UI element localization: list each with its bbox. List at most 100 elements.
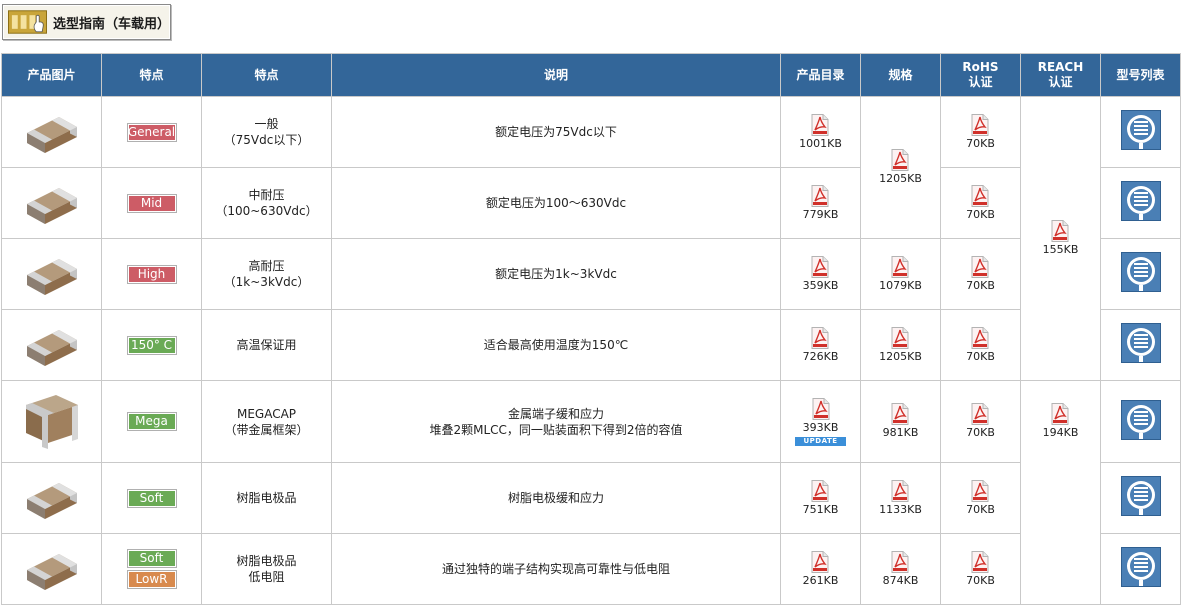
table-row: 150° C 高温保证用 适合最高使用温度为150℃ 726KB 1205KB 70KB bbox=[1, 309, 1181, 381]
feature-badge-cell: Soft bbox=[101, 462, 202, 534]
header-model-list: 型号列表 bbox=[1100, 53, 1181, 97]
list-document-icon[interactable] bbox=[1120, 323, 1161, 363]
spec-pdf-link[interactable]: 1079KB bbox=[879, 255, 922, 293]
file-size: 70KB bbox=[966, 207, 995, 221]
list-document-icon[interactable] bbox=[1120, 547, 1161, 587]
file-size: 70KB bbox=[966, 426, 995, 439]
spec-pdf-link[interactable]: 1133KB bbox=[879, 479, 922, 517]
rohs-pdf-link[interactable]: 70KB bbox=[966, 479, 995, 517]
catalog-pdf-link[interactable]: 1001KB bbox=[799, 113, 842, 151]
pdf-file-icon bbox=[971, 550, 989, 573]
file-size: 726KB bbox=[802, 349, 839, 363]
pdf-file-icon bbox=[971, 113, 989, 136]
header-reach: REACH 认证 bbox=[1020, 53, 1101, 97]
product-image-cell bbox=[1, 380, 102, 463]
pdf-file-icon bbox=[891, 403, 909, 425]
feature-cell: 树脂电极品 bbox=[201, 462, 332, 534]
header-catalog: 产品目录 bbox=[780, 53, 861, 97]
pdf-file-icon bbox=[891, 255, 909, 278]
file-size: 981KB bbox=[882, 426, 919, 439]
pdf-file-icon bbox=[971, 479, 989, 502]
table-row: High 高耐压 （1k~3kVdc） 额定电压为1k~3kVdc 359KB 1079… bbox=[1, 238, 1181, 310]
spec-pdf-link[interactable]: 981KB bbox=[882, 403, 919, 440]
list-document-icon[interactable] bbox=[1120, 110, 1161, 150]
file-size: 1205KB bbox=[879, 349, 922, 363]
description-cell: 额定电压为100～630Vdc bbox=[331, 167, 781, 239]
catalog-pdf-link[interactable]: 261KB bbox=[802, 550, 839, 588]
description-cell: 金属端子缓和应力 堆叠2颗MLCC，同一贴装面积下得到2倍的容值 bbox=[331, 380, 781, 463]
feature-text: MEGACAP （带金属框架） bbox=[224, 406, 309, 437]
catalog-pdf-link[interactable]: 779KB bbox=[803, 184, 838, 222]
feature-badge: 150° C bbox=[126, 335, 177, 355]
spec-pdf-link[interactable]: 1205KB bbox=[879, 149, 922, 186]
catalog-pdf-link[interactable]: 393KB UPDATE bbox=[795, 397, 846, 446]
rohs-pdf-link[interactable]: 70KB bbox=[966, 403, 995, 440]
file-size: 359KB bbox=[802, 278, 839, 292]
catalog-pdf-link[interactable]: 726KB bbox=[802, 326, 839, 364]
model-list-cell bbox=[1100, 380, 1181, 463]
catalog-cell: 261KB bbox=[780, 533, 861, 605]
feature-badge-cell: Mega bbox=[101, 380, 202, 463]
file-size: 70KB bbox=[966, 502, 995, 516]
file-size: 70KB bbox=[966, 349, 995, 363]
rohs-pdf-link[interactable]: 70KB bbox=[966, 113, 995, 151]
feature-badge: General bbox=[126, 122, 177, 142]
feature-text: 高耐压 （1k~3kVdc） bbox=[223, 259, 310, 289]
feature-cell: 一般 （75Vdc以下） bbox=[201, 96, 332, 168]
file-size: 1001KB bbox=[799, 136, 842, 150]
spec-pdf-link[interactable]: 874KB bbox=[882, 550, 919, 588]
selection-guide-label: 选型指南（车载用） bbox=[52, 16, 170, 32]
model-list-cell bbox=[1100, 309, 1181, 381]
file-size: 155KB bbox=[1042, 243, 1079, 256]
list-document-icon[interactable] bbox=[1120, 252, 1161, 292]
header-description: 说明 bbox=[331, 53, 781, 97]
list-document-icon[interactable] bbox=[1120, 399, 1161, 440]
file-size: 874KB bbox=[882, 573, 919, 587]
product-image-cell bbox=[1, 309, 102, 381]
feature-text: 中耐压 （100~630Vdc） bbox=[215, 188, 318, 218]
file-size: 70KB bbox=[966, 573, 995, 587]
feature-badge-cell: Mid bbox=[101, 167, 202, 239]
table-row: Soft LowR 树脂电极品 低电阻 通过独特的端子结构实现高可靠性与低电阻 261K… bbox=[1, 533, 1181, 605]
feature-cell: 高耐压 （1k~3kVdc） bbox=[201, 238, 332, 310]
description-line: 额定电压为100～630Vdc bbox=[485, 196, 627, 210]
feature-badge-cell: 150° C bbox=[101, 309, 202, 381]
update-badge: UPDATE bbox=[795, 436, 846, 446]
reach-pdf-link[interactable]: 155KB bbox=[1042, 220, 1079, 257]
feature-badge: Soft bbox=[126, 488, 177, 508]
feature-cell: 树脂电极品 低电阻 bbox=[201, 533, 332, 605]
pdf-file-icon bbox=[891, 550, 909, 573]
pdf-file-icon bbox=[891, 479, 909, 502]
rohs-pdf-link[interactable]: 70KB bbox=[966, 550, 995, 588]
pdf-file-icon bbox=[811, 255, 829, 278]
feature-badge: Mid bbox=[126, 193, 177, 213]
spec-cell: 1205KB bbox=[860, 309, 941, 381]
rohs-pdf-link[interactable]: 70KB bbox=[966, 326, 995, 364]
catalog-pdf-link[interactable]: 359KB bbox=[802, 255, 839, 293]
list-document-icon[interactable] bbox=[1120, 476, 1161, 516]
rohs-cell: 70KB bbox=[940, 462, 1021, 534]
selection-guide-button[interactable]: 选型指南（车载用） bbox=[2, 4, 171, 40]
file-size: 70KB bbox=[966, 136, 995, 150]
feature-badge-cell: Soft LowR bbox=[101, 533, 202, 605]
pdf-file-icon bbox=[812, 397, 829, 420]
catalog-pdf-link[interactable]: 751KB bbox=[803, 479, 838, 517]
feature-badge-cell: General bbox=[101, 96, 202, 168]
spec-pdf-link[interactable]: 1205KB bbox=[879, 326, 922, 364]
catalog-cell: 393KB UPDATE bbox=[780, 380, 861, 463]
list-document-icon[interactable] bbox=[1120, 181, 1161, 221]
file-size: 261KB bbox=[802, 573, 839, 587]
model-list-cell bbox=[1100, 533, 1181, 605]
pdf-file-icon bbox=[891, 149, 909, 171]
feature-badge: Mega bbox=[126, 412, 177, 431]
product-image-cell bbox=[1, 238, 102, 310]
description-line: 堆叠2颗MLCC，同一贴装面积下得到2倍的容值 bbox=[429, 422, 683, 437]
reach-pdf-link[interactable]: 194KB bbox=[1043, 403, 1078, 440]
description-line: 树脂电极缓和应力 bbox=[507, 491, 604, 505]
pdf-file-icon bbox=[971, 403, 989, 425]
rohs-cell: 70KB bbox=[940, 309, 1021, 381]
rohs-pdf-link[interactable]: 70KB bbox=[966, 255, 995, 293]
mlcc-chip-icon bbox=[26, 259, 77, 295]
rohs-pdf-link[interactable]: 70KB bbox=[966, 184, 995, 222]
header-image: 产品图片 bbox=[1, 53, 102, 97]
